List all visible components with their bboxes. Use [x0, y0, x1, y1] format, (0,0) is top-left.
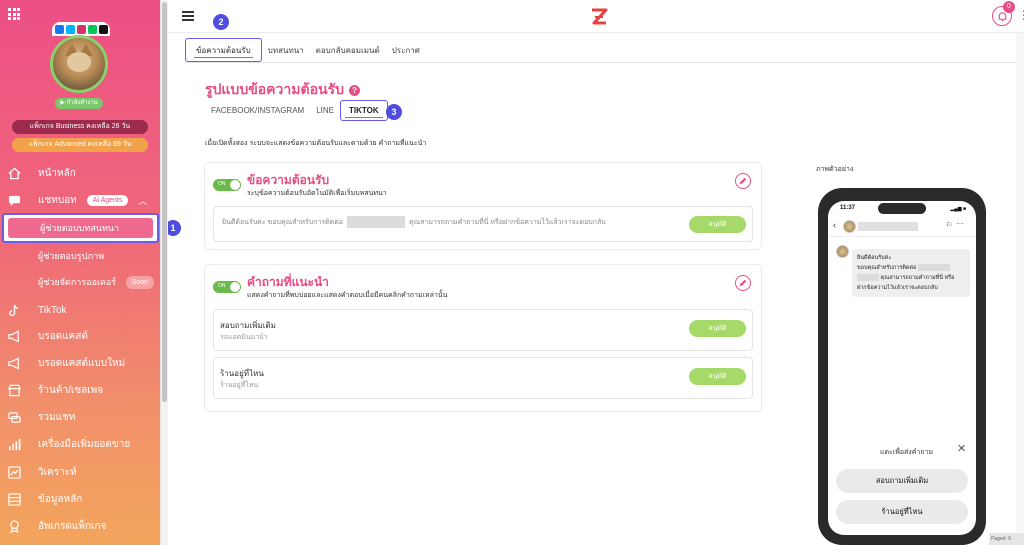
notification-count-badge: 0: [1003, 1, 1015, 13]
tab-announcement[interactable]: ประกาศ: [386, 38, 426, 62]
sidebar-item-analytics[interactable]: วิเคราะห์: [0, 460, 160, 484]
advanced-package-badge[interactable]: แพ็กเกจ Advanced คงเหลือ 69 วัน: [12, 138, 148, 152]
page-scrollbar[interactable]: [1016, 33, 1024, 533]
approve-welcome-button[interactable]: อนุมัติ: [689, 216, 746, 233]
home-icon: [7, 166, 21, 180]
phone-question-button: สอบถามเพิ่มเติม: [836, 469, 968, 493]
sidebar-item-new-broadcast[interactable]: บรอดแคสต์แบบใหม่: [0, 351, 160, 375]
soon-badge: Soon: [125, 276, 154, 289]
store-icon: [7, 383, 21, 397]
help-icon[interactable]: ?: [348, 84, 360, 96]
tab-tiktok[interactable]: TIKTOK: [340, 100, 388, 121]
step-marker-2: 2: [213, 14, 229, 30]
menu-icon[interactable]: [182, 11, 194, 21]
phone-chat-header: ‹ ⚐ ···: [828, 217, 976, 237]
sidebar-subitem-conversation-assistant[interactable]: ผู้ช่วยตอบบทสนทนา: [2, 213, 159, 243]
sidebar-item-store[interactable]: ร้านค้า/เซลเพจ: [0, 378, 160, 402]
sidebar-item-sales-tools[interactable]: เครื่องมือเพิ่มยอดขาย: [0, 432, 160, 456]
close-icon: ✕: [957, 443, 967, 455]
phone-welcome-bubble: ยินดีต้อนรับค่ะ ขอบคุณสำหรับการติดต่อ คุ…: [852, 249, 970, 297]
phone-screen: 11:37 ▂▄▆ ■ ‹ ⚐ ··· ยินดีต้อนรับค่ะ ขอบค…: [828, 201, 976, 535]
award-icon: [7, 519, 21, 533]
sidebar-item-chatbot[interactable]: แชทบอท Ai Agents ︿: [0, 188, 160, 212]
sidebar-item-upgrade[interactable]: อัพเกรดแพ็กเกจ: [0, 514, 160, 538]
analytics-icon: [7, 465, 21, 479]
chatbot-icon: [7, 193, 21, 207]
megaphone-icon: [7, 356, 21, 370]
more-options-icon[interactable]: ⋮: [1018, 8, 1024, 22]
social-channels: [52, 22, 110, 36]
description-text: เมื่อเปิดทั้งสอง ระบบจะแสดงข้อความต้อนรั…: [205, 140, 427, 147]
phone-preview: 11:37 ▂▄▆ ■ ‹ ⚐ ··· ยินดีต้อนรับค่ะ ขอบค…: [818, 188, 986, 545]
sidebar-item-home[interactable]: หน้าหลัก: [0, 161, 160, 185]
tabs-divider: [185, 62, 1024, 63]
brand-logo: [592, 8, 608, 25]
avatar[interactable]: [50, 35, 108, 93]
paged-indicator: Paged: 6: [989, 533, 1024, 545]
pencil-icon: [739, 279, 747, 287]
preview-label: ภาพตัวอย่าง: [816, 166, 854, 173]
phone-status-icons: ▂▄▆ ■: [950, 206, 966, 212]
instagram-icon: [76, 24, 86, 34]
welcome-toggle[interactable]: ON: [213, 179, 241, 191]
main-tabs: ข้อความต้อนรับ บทสนทนา ตอบกลับคอมเมนต์ ป…: [185, 38, 426, 62]
question-item[interactable]: ร้านอยู่ที่ไหน ร้านอยู่ที่ไหน อนุมัติ: [213, 357, 753, 399]
facebook-icon: [54, 24, 64, 34]
sidebar-item-broadcast[interactable]: บรอดแคสต์: [0, 324, 160, 348]
tiktok-icon: [98, 24, 108, 34]
welcome-message-card: ON ข้อความต้อนรับ ระบุข้อความต้อนรับอัตโ…: [204, 162, 762, 250]
phone-time: 11:37: [840, 205, 856, 211]
database-icon: [7, 492, 21, 506]
line-icon: [87, 24, 97, 34]
phone-avatar: [843, 220, 856, 233]
sidebar-subitem-order-assistant[interactable]: ผู้ช่วยจัดการออเดอร์ Soon: [0, 271, 160, 293]
step-marker-3: 3: [386, 104, 402, 120]
bar-chart-icon: [7, 437, 21, 451]
tap-to-send-label: แตะเพื่อส่งคำถาม: [880, 449, 934, 456]
sidebar-scrollbar[interactable]: [160, 0, 168, 545]
suggested-toggle[interactable]: ON: [213, 281, 241, 293]
tab-conversation[interactable]: บทสนทนา: [262, 38, 310, 62]
flag-icon: ⚐: [946, 222, 953, 229]
sidebar-item-tiktok[interactable]: TikTok: [0, 298, 160, 322]
phone-bot-avatar: [836, 245, 849, 258]
welcome-message-text: ยินดีต้อนรับค่ะ ขอบคุณสำหรับการติดต่อ คุณ…: [222, 216, 606, 228]
status-badge: ▶ กำลังทำงาน: [55, 98, 103, 109]
phone-question-button: ร้านอยู่ที่ไหน: [836, 500, 968, 524]
apps-grid-icon[interactable]: [8, 8, 20, 20]
edit-suggested-button[interactable]: [735, 275, 751, 291]
platform-tabs: FACEBOOK/INSTAGRAM LINE TIKTOK: [205, 100, 388, 121]
pencil-icon: [739, 177, 747, 185]
suggested-questions-card: ON คำถามที่แนะนำ แสดงคำถามที่พบบ่อยและแส…: [204, 264, 762, 412]
sidebar: ▶ กำลังทำงาน แพ็กเกจ Business คงเหลือ 26…: [0, 0, 160, 545]
tab-facebook-instagram[interactable]: FACEBOOK/INSTAGRAM: [205, 101, 310, 120]
welcome-message-box[interactable]: ยินดีต้อนรับค่ะ ขอบคุณสำหรับการติดต่อ คุณ…: [213, 206, 753, 242]
ai-agents-badge: Ai Agents: [86, 194, 129, 206]
chevron-up-icon[interactable]: ︿: [138, 194, 147, 207]
sidebar-item-master-data[interactable]: ข้อมูลหลัก: [0, 487, 160, 511]
chats-icon: [7, 410, 21, 424]
business-package-badge[interactable]: แพ็กเกจ Business คงเหลือ 26 วัน: [12, 120, 148, 134]
sidebar-item-all-chats[interactable]: รวมแชท: [0, 405, 160, 429]
welcome-subtitle: ระบุข้อความต้อนรับอัตโนมัติเพื่อเริ่มบทส…: [247, 190, 387, 197]
edit-welcome-button[interactable]: [735, 173, 751, 189]
sidebar-subitem-image-assistant[interactable]: ผู้ช่วยตอบรูปภาพ: [0, 245, 160, 267]
tab-comment-reply[interactable]: ตอบกลับคอมเมนต์: [310, 38, 386, 62]
tab-line[interactable]: LINE: [310, 101, 340, 120]
messenger-icon: [65, 24, 75, 34]
approve-question-button[interactable]: อนุมัติ: [689, 368, 746, 385]
back-arrow-icon: ‹: [833, 220, 836, 230]
more-icon: ···: [956, 219, 964, 228]
question-item[interactable]: สอบถามเพิ่มเติม รอแอดมินมาบ้า อนุมัติ: [213, 309, 753, 351]
tiktok-icon: [7, 303, 21, 317]
suggested-subtitle: แสดงคำถามที่พบบ่อยและแสดงคำตอบเมื่อมีคนค…: [247, 292, 448, 299]
megaphone-icon: [7, 329, 21, 343]
tab-welcome-message[interactable]: ข้อความต้อนรับ: [185, 38, 262, 62]
top-bar: 0 ⋮: [168, 0, 1024, 33]
page-title: รูปแบบข้อความต้อนรับ ?: [205, 79, 360, 101]
approve-question-button[interactable]: อนุมัติ: [689, 320, 746, 337]
